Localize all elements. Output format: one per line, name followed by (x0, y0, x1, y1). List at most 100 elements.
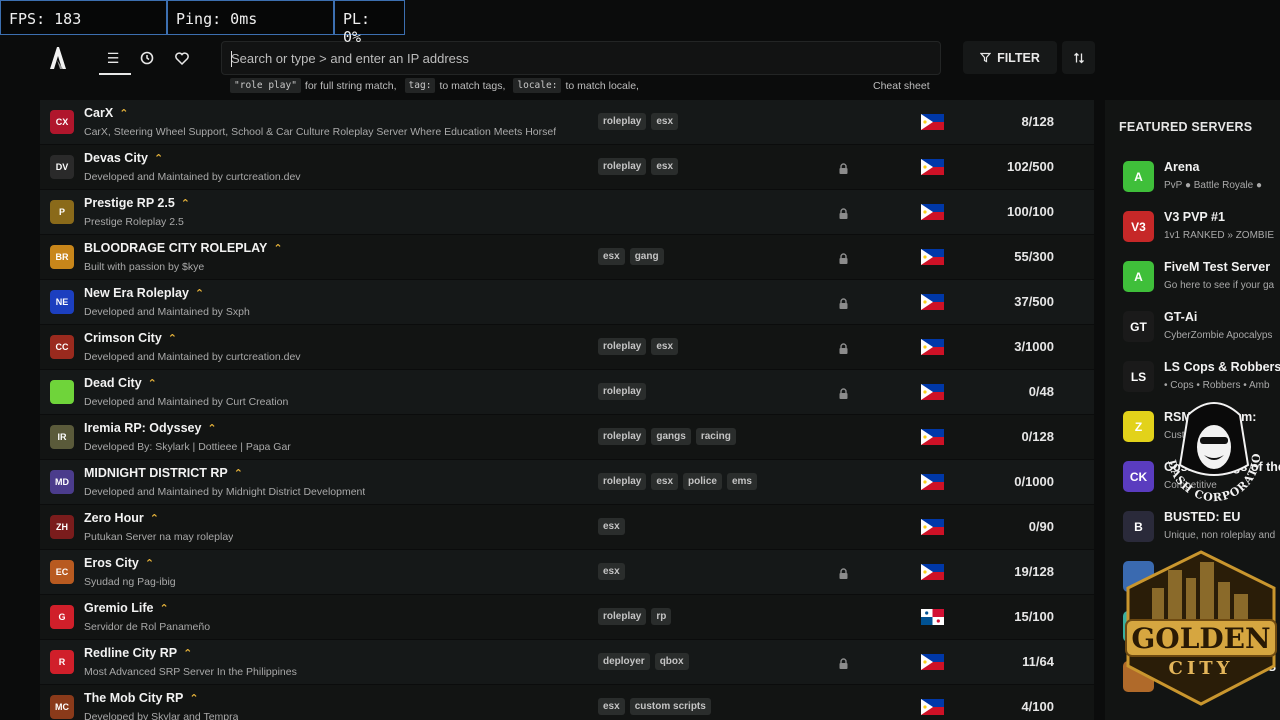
cheat-sheet-link[interactable]: Cheat sheet (873, 80, 930, 92)
lock-icon (838, 341, 849, 354)
server-row[interactable]: IR Iremia RP: Odyssey ⌃ Developed By: Skyla… (40, 415, 1094, 459)
favorites-heart-icon[interactable] (172, 48, 192, 68)
list-menu-icon[interactable]: ☰ (99, 48, 131, 75)
featured-server-name: Arena (1164, 160, 1200, 174)
history-icon[interactable] (137, 48, 157, 68)
server-tag[interactable]: police (683, 473, 722, 490)
hooded-figure-watermark: DASH CORPORATION (1158, 395, 1262, 504)
server-name-text: Zero Hour (84, 511, 144, 525)
server-tag[interactable]: esx (598, 248, 625, 265)
featured-server-icon: B (1123, 511, 1154, 542)
server-row[interactable]: R Redline City RP ⌃ Most Advanced SRP Serve… (40, 640, 1094, 684)
server-description: Developed By: Skylark | Dottieee | Papa … (84, 441, 291, 453)
server-tag[interactable]: esx (598, 518, 625, 535)
featured-title: FEATURED SERVERS (1119, 120, 1253, 134)
server-row[interactable]: G Gremio Life ⌃ Servidor de Rol Panameño rol… (40, 595, 1094, 639)
server-tag[interactable]: roleplay (598, 428, 647, 445)
filter-button[interactable]: FILTER (963, 41, 1057, 74)
server-row[interactable]: CX CarX ⌃ CarX, Steering Wheel Support, Sch… (40, 100, 1094, 144)
server-tag[interactable]: esx (651, 338, 679, 355)
server-row[interactable]: DV Devas City ⌃ Developed and Maintained by… (40, 145, 1094, 189)
server-name-text: Redline City RP (84, 646, 178, 660)
server-tag[interactable]: deployer (598, 653, 650, 670)
server-icon: IR (50, 425, 74, 449)
boost-chevron-icon: ⌃ (119, 108, 129, 120)
server-row[interactable]: MC The Mob City RP ⌃ Developed by Skylar an… (40, 685, 1094, 720)
perf-overlay: FPS: 183 Ping: 0ms PL: 0% (0, 0, 405, 46)
featured-server-icon: CK (1123, 461, 1154, 492)
server-tag[interactable]: racing (695, 428, 736, 445)
server-search-bar[interactable] (221, 41, 941, 75)
player-count: 8/128 (1021, 114, 1054, 129)
server-tags: esx custom scripts (598, 698, 711, 715)
server-row[interactable]: EC Eros City ⌃ Syudad ng Pag-ibig esx 19/128 (40, 550, 1094, 594)
server-icon: R (50, 650, 74, 674)
server-tag[interactable]: esx (651, 158, 679, 175)
featured-server-name: V3 PVP #1 (1164, 210, 1225, 224)
server-tag[interactable]: esx (651, 113, 679, 130)
golden-city-logo: GOLDEN CITY (1125, 550, 1277, 706)
server-row[interactable]: ZH Zero Hour ⌃ Putukan Server na may rolepl… (40, 505, 1094, 549)
featured-server-desc: Unique, non roleplay and (1164, 530, 1276, 541)
server-name: Redline City RP ⌃ (84, 646, 192, 660)
philippines-flag-icon (921, 159, 944, 175)
player-count: 102/500 (1007, 159, 1054, 174)
server-tag[interactable]: custom scripts (629, 698, 711, 715)
golden-watermark-text: GOLDEN (1131, 622, 1270, 655)
server-tag[interactable]: ems (726, 473, 757, 490)
lock-icon (838, 251, 849, 264)
server-tags: roleplay (598, 383, 647, 400)
server-name: MIDNIGHT DISTRICT RP ⌃ (84, 466, 243, 480)
server-name: Prestige RP 2.5 ⌃ (84, 196, 190, 210)
server-name-text: Prestige RP 2.5 (84, 196, 175, 210)
featured-server-item[interactable]: LS LS Cops & Robbers • Cops • Robbers • Am… (1123, 358, 1280, 398)
server-icon: G (50, 605, 74, 629)
server-name-text: MIDNIGHT DISTRICT RP (84, 466, 228, 480)
server-tag[interactable]: roleplay (598, 383, 647, 400)
boost-chevron-icon: ⌃ (167, 333, 178, 345)
lock-icon (838, 386, 849, 399)
packet-loss-readout: PL: 0% (334, 0, 405, 46)
server-row[interactable]: Dead City ⌃ Developed and Maintained by Cu… (40, 370, 1094, 414)
filter-label: FILTER (997, 50, 1040, 65)
server-name: BLOODRAGE CITY ROLEPLAY ⌃ (84, 241, 283, 255)
featured-server-item[interactable]: V3 V3 PVP #1 1v1 RANKED » ZOMBIE (1123, 208, 1280, 248)
server-tag[interactable]: roleplay (598, 473, 647, 490)
server-tags: roleplay rp (598, 608, 672, 625)
hint-code-locale: locale: (513, 78, 562, 93)
server-row[interactable]: BR BLOODRAGE CITY ROLEPLAY ⌃ Built with pas… (40, 235, 1094, 279)
featured-server-icon: A (1123, 161, 1154, 192)
player-count: 37/500 (1014, 294, 1054, 309)
server-tag[interactable]: roleplay (598, 113, 647, 130)
boost-chevron-icon: ⌃ (189, 693, 199, 705)
sort-button[interactable] (1062, 41, 1095, 74)
hint-code-role-play: "role play" (230, 78, 301, 93)
server-tag[interactable]: qbox (654, 653, 689, 670)
text-caret (231, 51, 232, 67)
featured-server-item[interactable]: B BUSTED: EU Unique, non roleplay and (1123, 508, 1280, 548)
server-tags: roleplay esx (598, 158, 679, 175)
boost-chevron-icon: ⌃ (180, 198, 191, 210)
server-tag[interactable]: roleplay (598, 338, 647, 355)
fivem-logo-icon[interactable] (48, 46, 68, 70)
server-tag[interactable]: esx (651, 473, 679, 490)
server-tag[interactable]: gangs (651, 428, 691, 445)
server-row[interactable]: CC Crimson City ⌃ Developed and Maintained … (40, 325, 1094, 369)
server-tag[interactable]: esx (598, 563, 625, 580)
server-name: Devas City ⌃ (84, 151, 163, 165)
featured-server-item[interactable]: A FiveM Test Server Go here to see if your… (1123, 258, 1280, 298)
server-tag[interactable]: esx (598, 698, 625, 715)
featured-server-item[interactable]: A Arena PvP ● Battle Royale ● (1123, 158, 1280, 198)
server-description: Developed and Maintained by Midnight Dis… (84, 486, 366, 498)
server-tag[interactable]: roleplay (598, 608, 647, 625)
server-row[interactable]: NE New Era Roleplay ⌃ Developed and Maintai… (40, 280, 1094, 324)
server-tag[interactable]: gang (629, 248, 664, 265)
server-tag[interactable]: roleplay (598, 158, 647, 175)
server-row[interactable]: P Prestige RP 2.5 ⌃ Prestige Roleplay 2.5 10… (40, 190, 1094, 234)
server-tag[interactable]: rp (651, 608, 672, 625)
featured-server-item[interactable]: GT GT-Ai CyberZombie Apocalyps (1123, 308, 1280, 348)
server-row[interactable]: MD MIDNIGHT DISTRICT RP ⌃ Developed and Mai… (40, 460, 1094, 504)
server-tags: esx gang (598, 248, 664, 265)
philippines-flag-icon (921, 654, 944, 670)
search-input[interactable] (222, 42, 940, 74)
